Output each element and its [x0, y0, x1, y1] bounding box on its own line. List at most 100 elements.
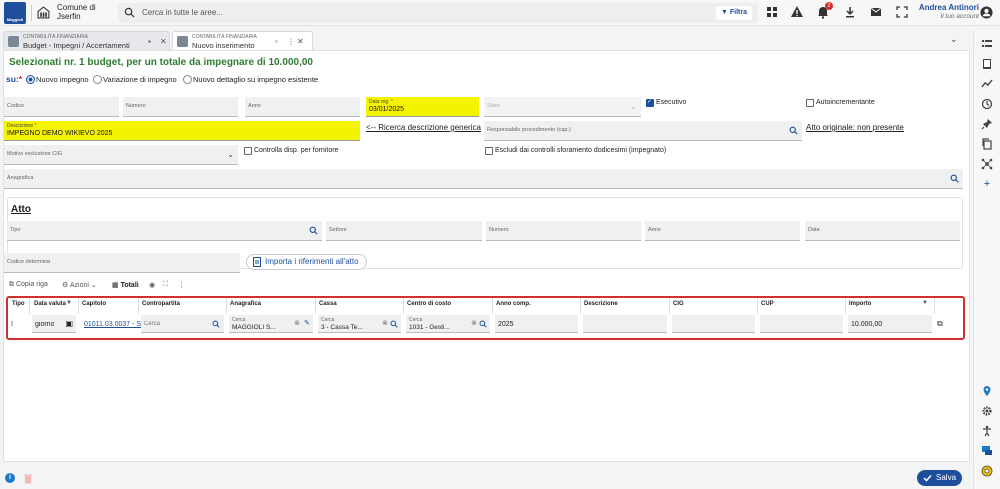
capitolo-link[interactable]: 01011.03.0037 - S [81, 315, 141, 333]
radio-variazione-impegno[interactable]: Variazione di impegno [93, 75, 177, 84]
chevron-down-icon[interactable]: ⌄ [950, 34, 958, 45]
trash-icon[interactable] [23, 473, 33, 484]
accessibility-icon[interactable] [981, 425, 993, 437]
anagrafica-field[interactable]: Anagrafica [4, 169, 963, 189]
search-icon[interactable] [212, 320, 220, 328]
importo-input[interactable]: 10.000,00 [848, 315, 932, 333]
col-anno-comp[interactable]: Anno comp. [496, 301, 531, 307]
clear-icon[interactable]: ⊗ [471, 319, 477, 327]
anno-field[interactable]: Anno [245, 97, 360, 117]
autoincrementante-checkbox[interactable]: Autoincrementante [806, 99, 875, 107]
radio-nuovo-dettaglio[interactable]: Nuovo dettaglio su impegno esistente [183, 75, 318, 84]
azioni-menu[interactable]: ⚙ Azioni ⌄ [62, 281, 97, 289]
cig-input[interactable] [672, 315, 755, 333]
clear-icon[interactable]: ⊗ [294, 319, 300, 327]
add-icon[interactable]: + [981, 178, 993, 190]
codice-determina-field[interactable]: Codice determina [4, 253, 240, 273]
warning-icon[interactable] [790, 5, 804, 19]
anagrafica-input[interactable]: Cerca MAGGIOLI S... ⊗ ✎ [229, 315, 313, 333]
descrizione-cell-input[interactable] [583, 315, 667, 333]
col-cup[interactable]: CUP [761, 301, 774, 307]
save-button[interactable]: Salva [917, 470, 962, 486]
edit-icon[interactable]: ✎ [304, 319, 310, 327]
esecutivo-checkbox[interactable]: Esecutivo [646, 98, 686, 107]
tab-budget-impegni[interactable]: CONTABILITÀ FINANZIARIA Budget - Impegni… [3, 31, 170, 50]
cup-input[interactable] [760, 315, 843, 333]
pin-icon[interactable] [981, 118, 993, 130]
support-icon[interactable] [981, 465, 993, 477]
location-icon[interactable] [981, 385, 993, 397]
col-tipo[interactable]: Tipo [12, 301, 25, 307]
search-icon[interactable] [479, 320, 487, 328]
cassa-input[interactable]: Cerca 3 - Cassa Te... ⊗ [318, 315, 401, 333]
col-capitolo[interactable]: Capitolo [82, 301, 106, 307]
expand-icon[interactable]: ⛶ [163, 281, 168, 289]
tab-nuovo-inserimento[interactable]: CONTABILITÀ FINANZIARIA Nuovo inseriment… [172, 31, 313, 50]
col-cassa[interactable]: Cassa [319, 301, 337, 307]
clear-icon[interactable]: ⊗ [382, 319, 388, 327]
centro-costo-input[interactable]: Cerca 1031 - Gesti... ⊗ [406, 315, 490, 333]
gear-icon[interactable] [981, 405, 993, 417]
col-anagrafica[interactable]: Anagrafica [230, 301, 261, 307]
controlla-disp-checkbox[interactable]: Controlla disp. per fornitore [244, 147, 338, 155]
bookmark-icon[interactable]: ▪ [148, 37, 151, 46]
contropartita-input[interactable]: Cerca [141, 315, 224, 333]
municipality-icon[interactable] [37, 6, 50, 19]
ricerca-descrizione-link[interactable]: <-- Ricerca descrizione generica [366, 123, 481, 132]
account-icon[interactable] [980, 6, 993, 19]
col-importo[interactable]: Importo [849, 301, 871, 307]
atto-numero-field[interactable]: Numero [486, 221, 641, 241]
history-icon[interactable] [981, 98, 993, 110]
close-icon[interactable]: ✕ [297, 37, 304, 46]
fullscreen-icon[interactable] [895, 5, 909, 19]
atto-data-field[interactable]: Data [805, 221, 960, 241]
eye-icon[interactable]: ◉ [149, 281, 155, 289]
responsabile-field[interactable]: Responsabile procedimento (cap.) [484, 121, 802, 141]
search-icon[interactable] [950, 174, 959, 183]
search-icon[interactable] [309, 226, 318, 235]
close-icon[interactable]: ✕ [160, 37, 167, 46]
bookmark-icon[interactable]: ▫ [275, 37, 278, 46]
calendar-icon[interactable]: ▣ [65, 319, 73, 328]
mail-icon[interactable] [869, 5, 883, 19]
user-account[interactable]: Andrea Antinori Il tuo account [917, 3, 979, 21]
search-input[interactable]: Cerca in tutte le aree... [142, 8, 223, 17]
radio-nuovo-impegno[interactable]: Nuovo impegno [26, 75, 89, 84]
totali-button[interactable]: ▦ Totali [112, 281, 139, 289]
copy-row-icon[interactable]: ⧉ [937, 319, 943, 329]
search-icon[interactable] [789, 126, 798, 135]
network-icon[interactable] [981, 158, 993, 170]
filter-button[interactable]: ▼ Filtra [716, 6, 752, 20]
data-reg-field[interactable]: Data reg. * 03/01/2025 [366, 97, 479, 117]
anno-comp-input[interactable]: 2025 [495, 315, 578, 333]
list-icon[interactable] [981, 38, 993, 50]
filter-icon[interactable]: ▼ [922, 300, 928, 306]
col-descrizione[interactable]: Descrizione [584, 301, 618, 307]
col-cig[interactable]: CIG [673, 301, 684, 307]
atto-tipo-field[interactable]: Tipo [7, 221, 322, 241]
numero-field[interactable]: Numero [123, 97, 238, 117]
col-data-valuta[interactable]: Data valuta [34, 301, 66, 307]
search-icon[interactable] [390, 320, 398, 328]
atto-settore-field[interactable]: Settore [326, 221, 482, 241]
copia-riga-button[interactable]: ⧉ Copia riga [9, 281, 48, 289]
filter-icon[interactable]: ▼ [66, 300, 72, 306]
book-icon[interactable] [981, 58, 993, 70]
importa-riferimenti-button[interactable]: Importa i riferimenti all'atto [246, 254, 367, 270]
download-icon[interactable] [843, 5, 857, 19]
info-icon[interactable]: i [5, 473, 15, 483]
atto-anno-field[interactable]: Anno [645, 221, 800, 241]
col-centro-di-costo[interactable]: Centro di costo [407, 301, 451, 307]
trend-icon[interactable] [981, 78, 993, 90]
descrizione-field[interactable]: Descrizione * IMPEGNO DEMO WIKIEVO 2025 [4, 121, 360, 141]
more-icon[interactable]: ⋮ [178, 281, 185, 289]
data-valuta-input[interactable]: giorno ▣ [32, 315, 76, 333]
stato-select[interactable]: Stato ⌄ [484, 97, 641, 117]
escludi-controlli-checkbox[interactable]: Escludi dai controlli sforamento dodices… [485, 147, 666, 155]
motivo-esclusione-select[interactable]: Motivo esclusione CIG ⌄ [4, 145, 238, 165]
chat-icon[interactable] [981, 445, 993, 457]
dashboard-icon[interactable] [765, 5, 779, 19]
col-contropartita[interactable]: Contropartita [142, 301, 180, 307]
codice-field[interactable]: Codice [4, 97, 119, 117]
atto-originale-link[interactable]: Atto originale: non presente [806, 123, 904, 132]
